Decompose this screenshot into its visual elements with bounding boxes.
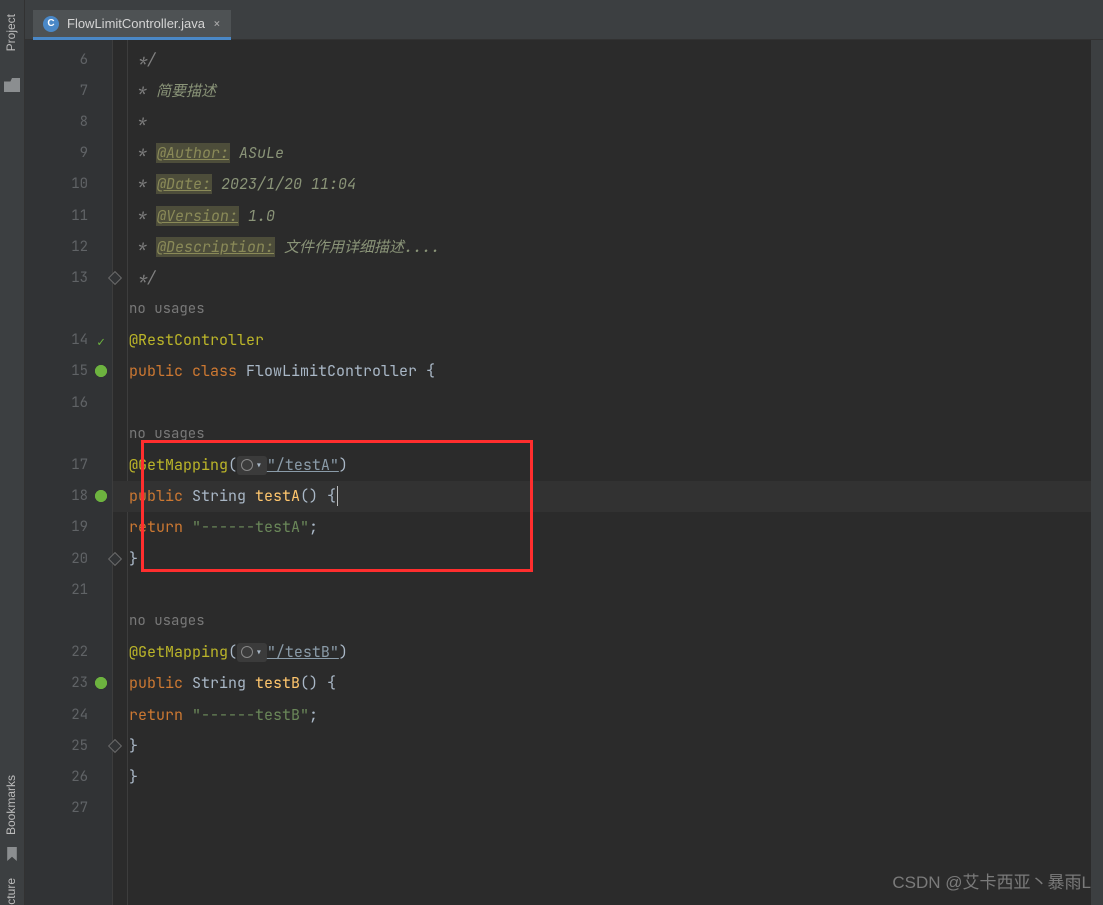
usage-hint: no usages (113, 605, 1103, 636)
close-tab-icon[interactable]: × (213, 15, 221, 32)
line-number: 15 (25, 356, 112, 387)
project-tool-label[interactable]: Project (4, 14, 18, 51)
folder-icon[interactable] (4, 78, 20, 92)
code-line: * 简要描述 (113, 75, 1103, 106)
active-tab[interactable]: C FlowLimitController.java × (33, 10, 231, 40)
code-line: return "------testB"; (113, 699, 1103, 730)
code-line (113, 793, 1103, 824)
check-icon[interactable] (94, 333, 108, 347)
code-line: @RestController (113, 325, 1103, 356)
gutter-blank (25, 294, 112, 325)
code-line: */ (113, 262, 1103, 293)
line-number: 26 (25, 761, 112, 792)
code-line: public class FlowLimitController { (113, 356, 1103, 387)
code-line: * (113, 106, 1103, 137)
globe-icon (241, 646, 253, 658)
code-line: * @Version: 1.0 (113, 200, 1103, 231)
code-line: @GetMapping(▾"/testB") (113, 637, 1103, 668)
code-area[interactable]: */ * 简要描述 * * @Author: ASuLe * @Date: 20… (113, 40, 1103, 905)
caret (337, 486, 338, 506)
line-number: 14 (25, 325, 112, 356)
code-line: return "------testA"; (113, 512, 1103, 543)
code-line: * @Description: 文件作用详细描述.... (113, 231, 1103, 262)
code-line: */ (113, 44, 1103, 75)
code-line: @GetMapping(▾"/testA") (113, 449, 1103, 480)
gutter-blank (25, 605, 112, 636)
gutter-blank (25, 418, 112, 449)
watermark-text: CSDN @艾卡西亚丶暴雨L (892, 868, 1091, 893)
line-number: 20 (25, 543, 112, 574)
code-line: } (113, 730, 1103, 761)
spring-icon[interactable] (94, 489, 108, 503)
code-editor[interactable]: 6 7 8 9 10 11 12 13 14 15 16 17 18 19 20… (25, 40, 1103, 905)
line-number: 18 (25, 481, 112, 512)
url-inlay-icon[interactable]: ▾ (237, 643, 267, 662)
line-number: 9 (25, 138, 112, 169)
usage-hint: no usages (113, 294, 1103, 325)
line-number: 10 (25, 169, 112, 200)
code-line: public String testB() { (113, 668, 1103, 699)
globe-icon (241, 459, 253, 471)
line-number: 6 (25, 44, 112, 75)
structure-tool-label[interactable]: cture (4, 878, 18, 905)
code-line: * @Author: ASuLe (113, 138, 1103, 169)
bookmarks-tool-label[interactable]: Bookmarks (4, 775, 18, 835)
bookmark-icon[interactable] (4, 847, 20, 861)
code-line: } (113, 761, 1103, 792)
line-number: 11 (25, 200, 112, 231)
usage-hint: no usages (113, 418, 1103, 449)
code-line (113, 387, 1103, 418)
spring-icon[interactable] (94, 676, 108, 690)
vertical-scrollbar[interactable] (1091, 40, 1103, 905)
line-number: 19 (25, 512, 112, 543)
line-number: 17 (25, 449, 112, 480)
line-number: 13 (25, 262, 112, 293)
line-number: 25 (25, 730, 112, 761)
line-number: 7 (25, 75, 112, 106)
line-number: 12 (25, 231, 112, 262)
gutter[interactable]: 6 7 8 9 10 11 12 13 14 15 16 17 18 19 20… (25, 40, 113, 905)
code-line: * @Date: 2023/1/20 11:04 (113, 169, 1103, 200)
line-number: 23 (25, 668, 112, 699)
editor-tab-bar: C FlowLimitController.java × (25, 0, 1103, 40)
line-number: 21 (25, 574, 112, 605)
url-inlay-icon[interactable]: ▾ (237, 456, 267, 475)
line-number: 16 (25, 387, 112, 418)
java-class-icon: C (43, 16, 59, 32)
code-line: } (113, 543, 1103, 574)
line-number: 22 (25, 637, 112, 668)
code-line-current: public String testA() { (113, 481, 1103, 512)
line-number: 27 (25, 793, 112, 824)
line-number: 8 (25, 106, 112, 137)
line-number: 24 (25, 699, 112, 730)
code-line (113, 574, 1103, 605)
left-tool-sidebar: Project Bookmarks cture (0, 0, 25, 905)
tab-filename: FlowLimitController.java (67, 16, 205, 31)
spring-icon[interactable] (94, 364, 108, 378)
